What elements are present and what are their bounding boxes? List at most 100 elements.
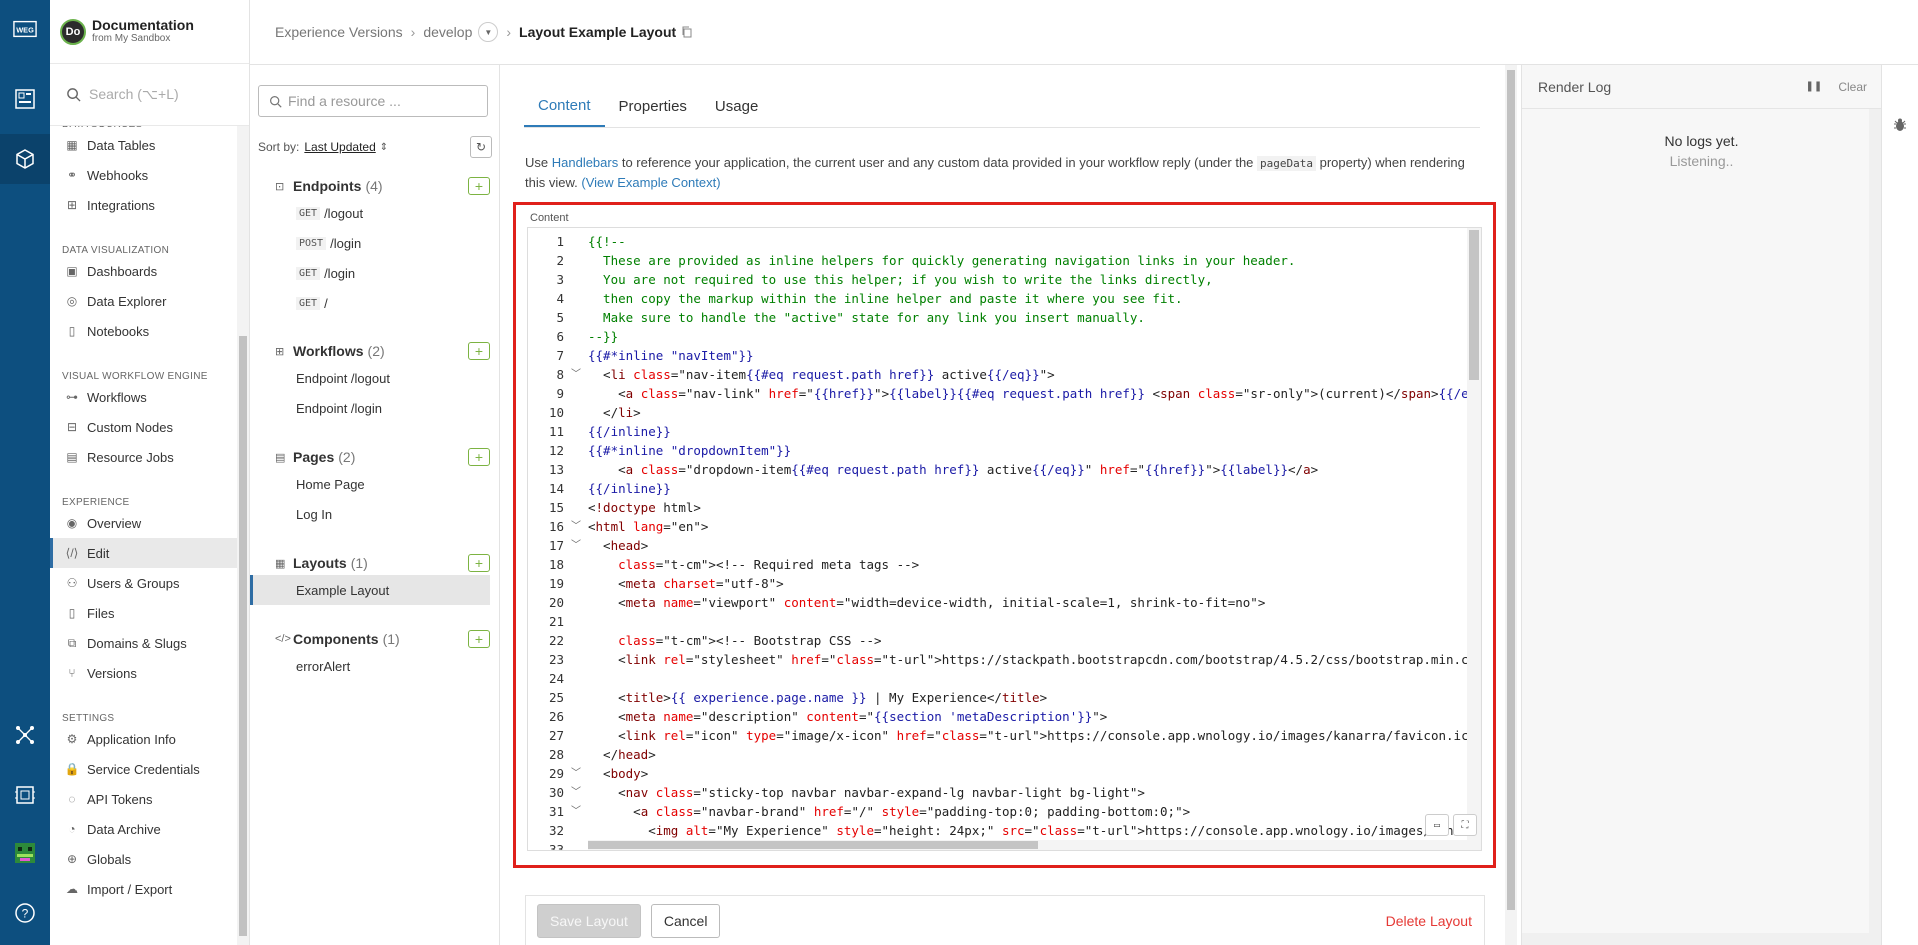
add-layout-button[interactable]: + bbox=[468, 554, 490, 572]
page-item[interactable]: Home Page bbox=[275, 469, 490, 499]
sidebar-item-domains-slugs[interactable]: ⧉ Domains & Slugs bbox=[50, 628, 238, 658]
pause-icon[interactable]: ❚❚ bbox=[1806, 81, 1823, 92]
editor-vertical-thumb[interactable] bbox=[1469, 230, 1479, 380]
tab-usage[interactable]: Usage bbox=[701, 85, 772, 127]
code-line[interactable]: 18 class="t-cm"><!-- Required meta tags … bbox=[528, 555, 1468, 574]
code-line[interactable]: 5 Make sure to handle the "active" state… bbox=[528, 308, 1468, 327]
add-endpoint-button[interactable]: + bbox=[468, 177, 490, 195]
log-horizontal-scrollbar[interactable] bbox=[1522, 933, 1869, 945]
code-line[interactable]: 1 {{!-- bbox=[528, 232, 1468, 251]
code-line[interactable]: 3 You are not required to use this helpe… bbox=[528, 270, 1468, 289]
endpoint-item[interactable]: POST/login bbox=[275, 228, 490, 258]
sidebar-item-service-credentials[interactable]: 🔒 Service Credentials bbox=[50, 754, 238, 784]
cancel-button[interactable]: Cancel bbox=[650, 903, 721, 938]
group-name[interactable]: Pages bbox=[293, 449, 334, 465]
sidebar-item-resource-jobs[interactable]: ▤ Resource Jobs bbox=[50, 442, 238, 472]
breadcrumb-experience-versions[interactable]: Experience Versions bbox=[275, 24, 403, 40]
code-line[interactable]: 11 {{/inline}} bbox=[528, 422, 1468, 441]
sidebar-scrollbar-thumb[interactable] bbox=[239, 336, 247, 936]
endpoint-item[interactable]: GET / bbox=[275, 288, 490, 318]
code-line[interactable]: 29 ﹀ <body> bbox=[528, 764, 1468, 783]
sidebar-item-users-groups[interactable]: ⚇ Users & Groups bbox=[50, 568, 238, 598]
code-lines[interactable]: 1 {{!-- 2 These are provided as inline hel… bbox=[528, 232, 1481, 850]
code-line[interactable]: 2 These are provided as inline helpers f… bbox=[528, 251, 1468, 270]
sidebar-item-files[interactable]: ▯ Files bbox=[50, 598, 238, 628]
code-line[interactable]: 30 ﹀ <nav class="sticky-top navbar navbar… bbox=[528, 783, 1468, 802]
code-line[interactable]: 14 {{/inline}} bbox=[528, 479, 1468, 498]
code-line[interactable]: 25 <title>{{ experience.page.name }} | M… bbox=[528, 688, 1468, 707]
fold-chevron-icon[interactable]: ﹀ bbox=[564, 802, 588, 821]
sidebar-item-integrations[interactable]: ⊞ Integrations bbox=[50, 190, 238, 220]
sidebar-item-edit[interactable]: ⟨/⟩ Edit bbox=[50, 538, 238, 568]
sidebar-item-globals[interactable]: ⊕ Globals bbox=[50, 844, 238, 874]
sidebar-item-data-tables[interactable]: ▦ Data Tables bbox=[50, 130, 238, 160]
group-name[interactable]: Components bbox=[293, 631, 379, 647]
application-header[interactable]: Do Documentation from My Sandbox bbox=[50, 0, 249, 64]
sidebar-item-webhooks[interactable]: ⚭ Webhooks bbox=[50, 160, 238, 190]
endpoint-item[interactable]: GET/login bbox=[275, 258, 490, 288]
sort-select[interactable]: Last Updated bbox=[304, 140, 375, 154]
debug-bug-icon[interactable] bbox=[1890, 115, 1910, 135]
sidebar-item-import-export[interactable]: ☁ Import / Export bbox=[50, 874, 238, 904]
code-line[interactable]: 12 {{#*inline "dropdownItem"}} bbox=[528, 441, 1468, 460]
sidebar-item-custom-nodes[interactable]: ⊟ Custom Nodes bbox=[50, 412, 238, 442]
sidebar-item-overview[interactable]: ◉ Overview bbox=[50, 508, 238, 538]
code-line[interactable]: 9 <a class="nav-link" href="{{href}}">{{… bbox=[528, 384, 1481, 403]
minimize-editor-icon[interactable]: ▭ bbox=[1425, 814, 1449, 836]
main-scrollbar-thumb[interactable] bbox=[1507, 70, 1515, 910]
workflow-item[interactable]: Endpoint /login bbox=[275, 393, 490, 423]
devices-rail-icon[interactable] bbox=[0, 770, 50, 820]
copy-icon[interactable] bbox=[681, 26, 693, 38]
component-item[interactable]: errorAlert bbox=[275, 651, 490, 681]
endpoint-item[interactable]: GET/logout bbox=[275, 198, 490, 228]
sidebar-item-data-explorer[interactable]: ◎ Data Explorer bbox=[50, 286, 238, 316]
code-line[interactable]: 26 <meta name="description" content="{{s… bbox=[528, 707, 1468, 726]
code-editor[interactable]: 1 {{!-- 2 These are provided as inline hel… bbox=[527, 227, 1482, 851]
dashboard-rail-icon[interactable] bbox=[0, 74, 50, 124]
code-line[interactable]: 28 </head> bbox=[528, 745, 1468, 764]
tab-properties[interactable]: Properties bbox=[605, 85, 701, 127]
code-line[interactable]: 23 <link rel="stylesheet" href="class="t… bbox=[528, 650, 1481, 669]
refresh-button[interactable]: ↻ bbox=[470, 136, 492, 158]
sidebar-item-dashboards[interactable]: ▣ Dashboards bbox=[50, 256, 238, 286]
code-line[interactable]: 7 {{#*inline "navItem"}} bbox=[528, 346, 1468, 365]
add-page-button[interactable]: + bbox=[468, 448, 490, 466]
network-rail-icon[interactable] bbox=[0, 710, 50, 760]
app-logo[interactable]: WEG bbox=[0, 4, 50, 54]
clear-log-button[interactable]: Clear bbox=[1838, 80, 1867, 94]
code-line[interactable]: 21 bbox=[528, 612, 1468, 631]
fold-chevron-icon[interactable]: ﹀ bbox=[564, 536, 588, 555]
save-layout-button[interactable]: Save Layout bbox=[537, 903, 641, 938]
view-example-context-link[interactable]: (View Example Context) bbox=[581, 175, 720, 190]
code-line[interactable]: 10 </li> bbox=[528, 403, 1468, 422]
breadcrumb-version[interactable]: develop bbox=[423, 24, 472, 40]
group-name[interactable]: Workflows bbox=[293, 343, 364, 359]
sidebar-item-versions[interactable]: ⑂ Versions bbox=[50, 658, 238, 688]
code-line[interactable]: 4 then copy the markup within the inline… bbox=[528, 289, 1468, 308]
user-avatar[interactable] bbox=[0, 828, 50, 878]
group-name[interactable]: Layouts bbox=[293, 555, 347, 571]
code-line[interactable]: 19 <meta charset="utf-8"> bbox=[528, 574, 1468, 593]
code-line[interactable]: 17 ﹀ <head> bbox=[528, 536, 1468, 555]
code-line[interactable]: 15 <!doctype html> bbox=[528, 498, 1468, 517]
add-component-button[interactable]: + bbox=[468, 630, 490, 648]
code-line[interactable]: 27 <link rel="icon" type="image/x-icon" … bbox=[528, 726, 1481, 745]
sidebar-scrollbar[interactable] bbox=[237, 126, 249, 945]
help-rail-icon[interactable]: ? bbox=[0, 888, 50, 938]
sidebar-item-notebooks[interactable]: ▯ Notebooks bbox=[50, 316, 238, 346]
code-line[interactable]: 24 bbox=[528, 669, 1468, 688]
fold-chevron-icon[interactable]: ﹀ bbox=[564, 764, 588, 783]
code-line[interactable]: 20 <meta name="viewport" content="width=… bbox=[528, 593, 1468, 612]
fold-chevron-icon[interactable]: ﹀ bbox=[564, 517, 588, 536]
handlebars-link[interactable]: Handlebars bbox=[552, 155, 619, 170]
editor-vertical-scrollbar[interactable] bbox=[1467, 228, 1481, 850]
log-vertical-scrollbar[interactable] bbox=[1869, 109, 1881, 945]
code-line[interactable]: 6 --}} bbox=[528, 327, 1468, 346]
sidebar-item-workflows[interactable]: ⊶ Workflows bbox=[50, 382, 238, 412]
code-line[interactable]: 31 ﹀ <a class="navbar-brand" href="/" sty… bbox=[528, 802, 1468, 821]
add-workflow-button[interactable]: + bbox=[468, 342, 490, 360]
sidebar-item-api-tokens[interactable]: ◌ API Tokens bbox=[50, 784, 238, 814]
cube-rail-icon[interactable] bbox=[0, 134, 50, 184]
nav-search[interactable]: Search (⌥+L) bbox=[50, 64, 249, 126]
tab-content[interactable]: Content bbox=[524, 85, 605, 127]
